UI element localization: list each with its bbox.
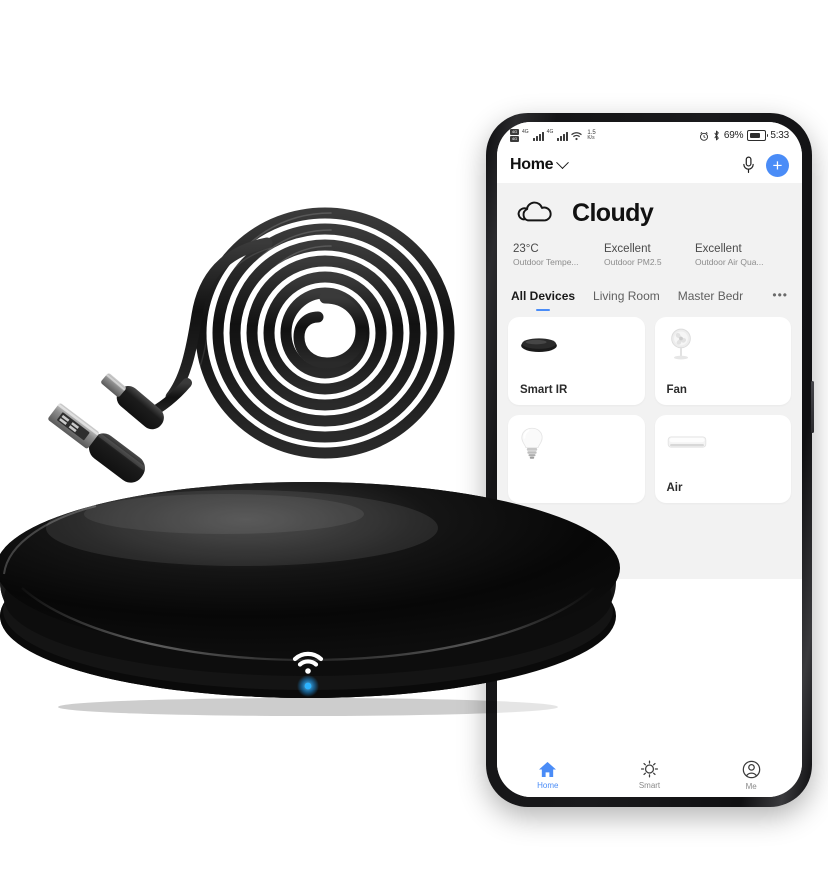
device-name: Fan: [666, 384, 687, 396]
tabs-overflow-icon[interactable]: •••: [772, 287, 788, 302]
tab-all-devices[interactable]: All Devices: [511, 287, 575, 311]
add-device-button[interactable]: +: [766, 153, 789, 177]
cloud-icon: [517, 201, 552, 222]
light-bulb-icon: [520, 426, 633, 460]
weather-panel[interactable]: Cloudy 23°C Outdoor Tempe... Excellent O…: [497, 183, 802, 283]
signal-bars-icon-2: [557, 131, 569, 141]
microphone-icon[interactable]: [742, 156, 755, 174]
person-icon: [742, 760, 760, 778]
sim2-label: 4G: [511, 136, 518, 141]
bottom-navigation: Home Smart Me: [497, 750, 802, 797]
weather-stat-label: Outdoor PM2.5: [604, 257, 662, 267]
home-label: Home: [510, 156, 554, 173]
home-icon: [539, 761, 557, 777]
weather-condition: Cloudy: [572, 198, 654, 227]
weather-stat-label: Outdoor Air Qua...: [695, 257, 764, 267]
plus-icon: +: [772, 155, 783, 175]
tab-label: Living Room: [593, 289, 660, 303]
weather-stat-value: Excellent: [695, 243, 742, 255]
sim-card-icon: 4G 4G: [510, 129, 519, 142]
air-conditioner-icon: [667, 426, 780, 460]
weather-stat: Excellent Outdoor Air Qua...: [695, 243, 786, 267]
nav-label: Home: [537, 780, 559, 790]
device-name: Smart IR: [520, 384, 568, 396]
nav-item-home[interactable]: Home: [518, 761, 578, 790]
tab-master-bedroom[interactable]: Master Bedr: [678, 287, 743, 311]
network-speed: 1.5 K/s: [587, 130, 595, 141]
nav-label: Smart: [638, 781, 661, 790]
nav-item-smart[interactable]: Smart: [619, 760, 679, 790]
signal-bars-icon: [532, 131, 544, 141]
smart-ir-hub-foreground: [0, 470, 624, 720]
bluetooth-icon: [714, 130, 719, 141]
usb-charging-cable: [35, 165, 465, 500]
device-card-fan[interactable]: Fan: [654, 317, 791, 405]
tab-label: Master Bedr: [677, 289, 744, 303]
signal-type-1: 4G: [522, 129, 529, 135]
clock-time: 5:33: [770, 130, 789, 141]
tab-living-room[interactable]: Living Room: [593, 287, 660, 311]
cable-illustration: [48, 207, 455, 483]
battery-icon: [747, 130, 769, 141]
sun-icon: [640, 760, 659, 778]
weather-stat: 23°C Outdoor Tempe...: [513, 243, 604, 267]
weather-stats: 23°C Outdoor Tempe... Excellent Outdoor …: [513, 243, 786, 267]
signal-type-2: 4G: [546, 129, 554, 135]
ir-hub-icon: [520, 328, 633, 362]
battery-percent: 69%: [723, 130, 744, 141]
hub-illustration-overlay: [0, 482, 620, 716]
app-header: Home +: [497, 147, 802, 183]
weather-stat-value: Excellent: [604, 243, 651, 255]
home-selector[interactable]: Home: [510, 155, 570, 174]
sim1-label: 4G: [511, 129, 518, 134]
power-button[interactable]: [811, 381, 814, 433]
device-name: Air: [666, 482, 683, 494]
pedestal-fan-icon: [667, 328, 780, 362]
room-tabs: All Devices Living Room Master Bedr •••: [497, 283, 802, 317]
weather-stat-label: Outdoor Tempe...: [513, 257, 579, 267]
weather-stat: Excellent Outdoor PM2.5: [604, 243, 695, 267]
nav-item-me[interactable]: Me: [721, 760, 781, 791]
wifi-icon: [571, 131, 582, 140]
network-speed-unit: K/s: [587, 135, 595, 141]
nav-label: Me: [745, 781, 757, 791]
device-card-air[interactable]: Air: [654, 415, 791, 503]
product-photo-scene: 4G 4G 4G 4G 1.5 K/s 69% 5:33 Home + Clou…: [0, 0, 828, 883]
status-bar: 4G 4G 4G 4G 1.5 K/s 69% 5:33: [497, 122, 802, 147]
device-card-smart-ir[interactable]: Smart IR: [508, 317, 645, 405]
tab-label: All Devices: [511, 289, 576, 303]
alarm-clock-icon: [699, 131, 708, 141]
weather-stat-value: 23°C: [513, 243, 539, 255]
chevron-down-icon: [556, 155, 570, 169]
